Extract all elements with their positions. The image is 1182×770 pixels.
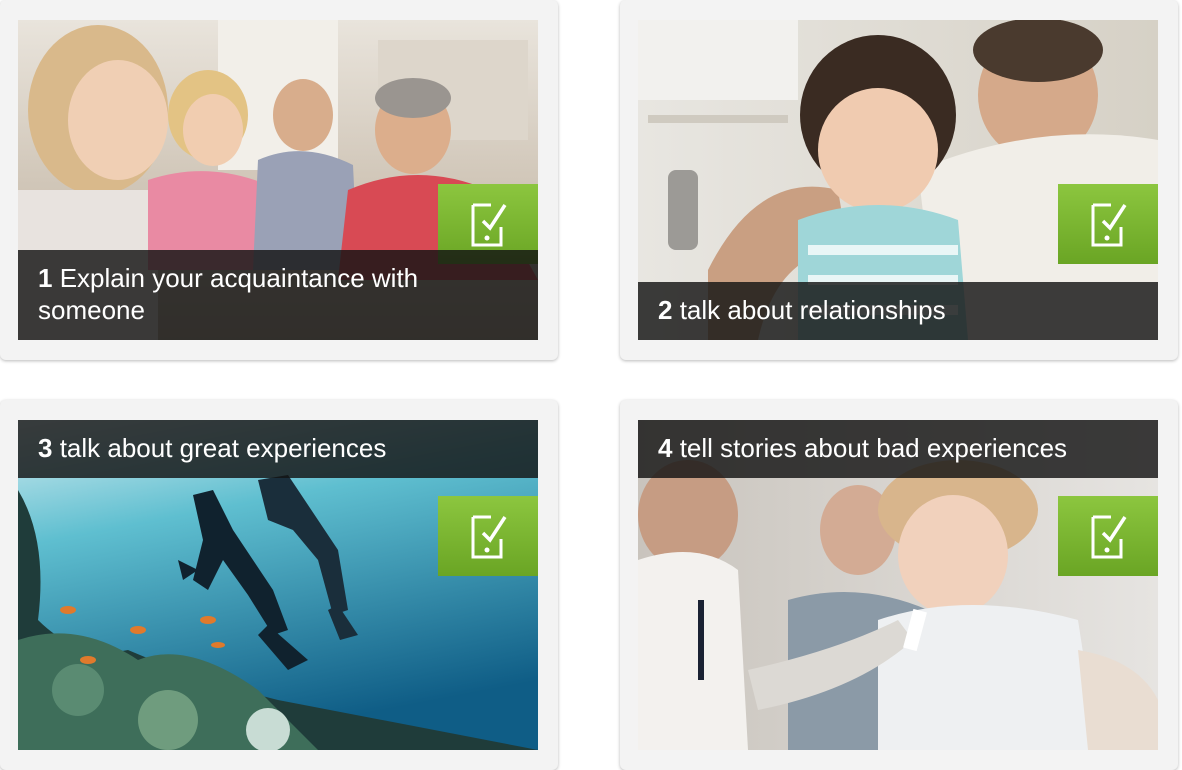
lesson-title: talk about great experiences xyxy=(59,433,387,463)
lesson-number: 4 xyxy=(658,433,673,463)
lesson-card-2[interactable]: 2 talk about relationships xyxy=(620,0,1178,360)
lesson-card-3[interactable]: 3 talk about great experiences xyxy=(0,400,558,770)
lesson-card-1[interactable]: 1 Explain your acquaintance with someone xyxy=(0,0,558,360)
lesson-caption: 3 talk about great experiences xyxy=(18,420,538,478)
checklist-badge[interactable] xyxy=(1058,184,1158,264)
lesson-photo-divers[interactable]: 3 talk about great experiences xyxy=(18,420,538,750)
lesson-photo-consolation[interactable]: 4 tell stories about bad experiences xyxy=(638,420,1158,750)
lesson-card-4[interactable]: 4 tell stories about bad experiences xyxy=(620,400,1178,770)
lesson-number: 1 xyxy=(38,263,53,293)
lesson-title: tell stories about bad experiences xyxy=(679,433,1068,463)
mobile-checklist-icon xyxy=(471,203,507,247)
mobile-checklist-icon xyxy=(471,515,507,559)
lesson-photo-family[interactable]: 1 Explain your acquaintance with someone xyxy=(18,20,538,340)
lesson-caption: 1 Explain your acquaintance with someone xyxy=(18,250,538,340)
lesson-title: talk about relationships xyxy=(679,295,946,325)
mobile-checklist-icon xyxy=(1091,515,1127,559)
lesson-title: Explain your acquaintance with someone xyxy=(38,263,419,325)
lesson-number: 3 xyxy=(38,433,53,463)
checklist-badge[interactable] xyxy=(438,496,538,576)
lesson-photo-father-son[interactable]: 2 talk about relationships xyxy=(638,20,1158,340)
lesson-caption: 4 tell stories about bad experiences xyxy=(638,420,1158,478)
lesson-number: 2 xyxy=(658,295,673,325)
mobile-checklist-icon xyxy=(1091,203,1127,247)
checklist-badge[interactable] xyxy=(1058,496,1158,576)
lesson-caption: 2 talk about relationships xyxy=(638,282,1158,340)
